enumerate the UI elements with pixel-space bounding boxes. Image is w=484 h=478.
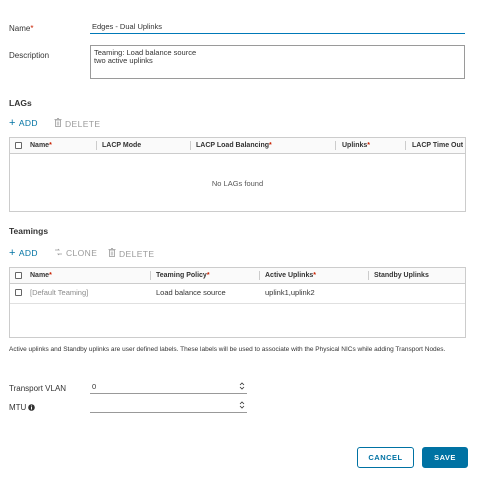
- active-uplinks-cell: uplink1,uplink2: [265, 288, 315, 297]
- name-label: Name*: [9, 24, 34, 33]
- required-mark: *: [30, 24, 34, 33]
- teamings-clone-button[interactable]: CLONE: [54, 248, 97, 258]
- teaming-name-cell: [Default Teaming]: [30, 288, 89, 297]
- lags-col-uplinks: Uplinks*: [342, 142, 371, 149]
- teamings-title: Teamings: [9, 226, 49, 236]
- lags-col-name: Name*: [30, 142, 52, 149]
- lags-grid-header: Name* LACP Mode LACP Load Balancing* Upl…: [10, 138, 465, 154]
- teamings-delete-button[interactable]: DELETE: [108, 248, 154, 259]
- lags-select-all-checkbox[interactable]: [15, 142, 22, 149]
- column-separator: [190, 141, 191, 150]
- teamings-add-label: ADD: [18, 248, 38, 258]
- column-separator: [259, 271, 260, 280]
- column-separator: [150, 271, 151, 280]
- uplinks-note: Active uplinks and Standby uplinks are u…: [9, 346, 446, 353]
- save-button[interactable]: SAVE: [422, 447, 468, 468]
- lags-add-label: ADD: [18, 118, 38, 128]
- lags-title: LAGs: [9, 98, 32, 108]
- teamings-grid: Name* Teaming Policy* Active Uplinks* St…: [9, 267, 466, 338]
- lags-delete-label: DELETE: [65, 118, 101, 129]
- teamings-col-active-uplinks: Active Uplinks*: [265, 272, 316, 279]
- name-input-value: Edges - Dual Uplinks: [92, 22, 163, 31]
- teamings-clone-label: CLONE: [66, 248, 98, 258]
- spinner-icon[interactable]: [239, 400, 245, 410]
- table-row[interactable]: [Default Teaming] Load balance source up…: [10, 283, 465, 304]
- cancel-button[interactable]: CANCEL: [357, 447, 414, 468]
- lags-col-lacp-load-balancing: LACP Load Balancing*: [196, 142, 272, 149]
- spinner-icon[interactable]: [239, 381, 245, 391]
- teamings-add-button[interactable]: + ADD: [9, 247, 38, 259]
- teamings-grid-header: Name* Teaming Policy* Active Uplinks* St…: [10, 268, 465, 284]
- plus-icon: +: [9, 247, 16, 259]
- teaming-policy-cell: Load balance source: [156, 288, 226, 297]
- column-separator: [405, 141, 406, 150]
- trash-icon: [54, 118, 62, 129]
- teamings-col-name: Name*: [30, 272, 52, 279]
- lags-add-button[interactable]: + ADD: [9, 117, 38, 129]
- mtu-input[interactable]: [90, 398, 247, 413]
- lags-grid: Name* LACP Mode LACP Load Balancing* Upl…: [9, 137, 466, 212]
- lags-col-lacp-mode: LACP Mode: [102, 142, 142, 149]
- column-separator: [335, 141, 336, 150]
- teamings-select-all-checkbox[interactable]: [15, 272, 22, 279]
- lags-delete-button[interactable]: DELETE: [54, 118, 100, 129]
- info-icon[interactable]: [28, 404, 36, 411]
- teamings-col-teaming-policy: Teaming Policy*: [156, 272, 210, 279]
- teamings-delete-label: DELETE: [119, 248, 155, 259]
- name-input[interactable]: Edges - Dual Uplinks: [90, 19, 465, 34]
- lags-empty-text: No LAGs found: [211, 179, 264, 188]
- lags-col-lacp-time-out: LACP Time Out: [412, 142, 464, 149]
- description-textarea[interactable]: Teaming: Load balance source two active …: [90, 45, 465, 79]
- mtu-label: MTU: [9, 403, 36, 412]
- column-separator: [96, 141, 97, 150]
- clone-icon: [54, 248, 63, 258]
- row-checkbox[interactable]: [15, 289, 22, 296]
- transport-vlan-label: Transport VLAN: [9, 384, 67, 393]
- trash-icon: [108, 248, 116, 259]
- teamings-col-standby-uplinks: Standby Uplinks: [374, 272, 429, 279]
- transport-vlan-value: 0: [92, 382, 97, 391]
- description-label: Description: [9, 51, 50, 60]
- column-separator: [368, 271, 369, 280]
- plus-icon: +: [9, 117, 16, 129]
- transport-vlan-input[interactable]: 0: [90, 379, 247, 394]
